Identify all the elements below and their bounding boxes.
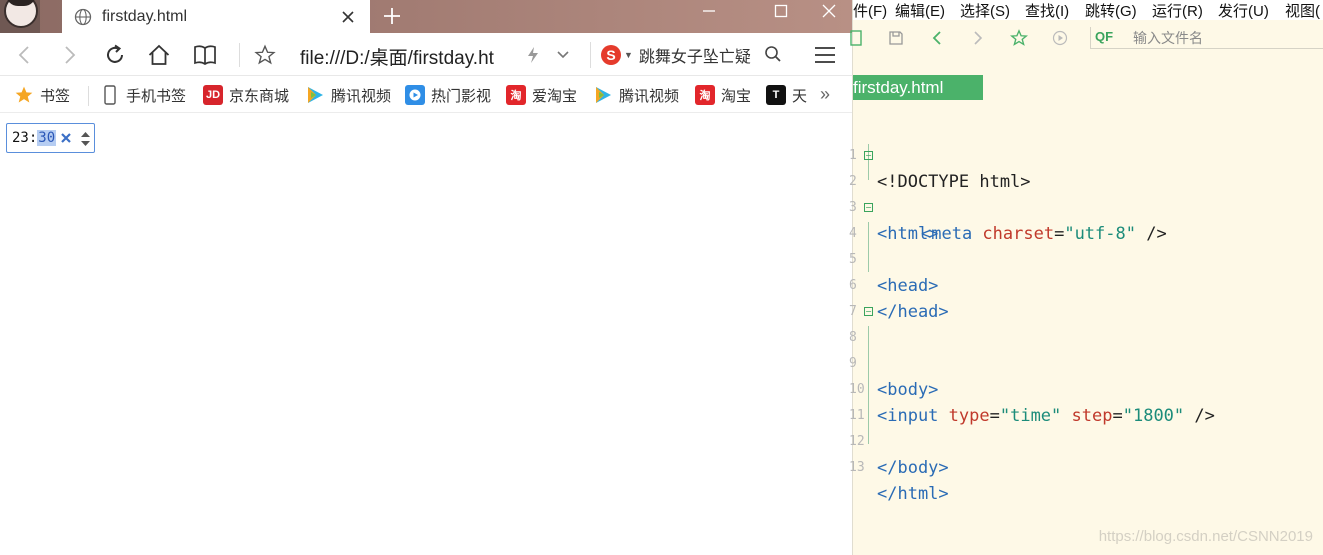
code-line: 8 − <body> [849, 307, 939, 400]
bookmark-item-hot-movies[interactable]: 热门影视 [405, 85, 491, 105]
editor-file-tab[interactable]: firstday.html [853, 75, 983, 100]
play-icon [305, 85, 325, 105]
menu-find[interactable]: 查找(I) [1025, 0, 1069, 21]
reading-mode-icon[interactable] [192, 42, 218, 68]
watermark: https://blog.csdn.net/CSNN2019 [1098, 528, 1313, 545]
close-window-icon[interactable] [806, 0, 852, 22]
time-separator: : [28, 130, 38, 146]
address-bar[interactable]: file:///D:/桌面/firstday.ht [300, 43, 494, 70]
globe-icon [74, 8, 92, 25]
code-editor: 件(F) 编辑(E) 选择(S) 查找(I) 跳转(G) 运行(R) 发行(U)… [849, 0, 1323, 555]
fold-toggle-icon[interactable]: − [864, 307, 873, 316]
tmall-icon: T [766, 85, 786, 105]
back-icon[interactable] [928, 29, 946, 47]
menu-bar: 件(F) 编辑(E) 选择(S) 查找(I) 跳转(G) 运行(R) 发行(U)… [853, 0, 1323, 20]
run-icon[interactable] [1051, 29, 1069, 47]
menu-icon[interactable] [812, 42, 838, 68]
star-icon [14, 85, 34, 105]
video-icon [405, 85, 425, 105]
navigation-bar: file:///D:/桌面/firstday.ht S ▼ 跳舞女子坠亡疑 [0, 33, 852, 76]
close-tab-icon[interactable] [338, 7, 358, 27]
phone-icon [100, 85, 120, 105]
bookmark-item-bookmarks[interactable]: 书签 [14, 85, 70, 105]
play-icon [593, 85, 613, 105]
fold-toggle-icon[interactable]: − [864, 203, 873, 212]
menu-publish[interactable]: 发行(U) [1218, 0, 1269, 21]
engine-dropdown-icon[interactable]: ▼ [624, 50, 633, 60]
file-search-box[interactable]: QF 输入文件名 [1090, 27, 1323, 49]
back-icon[interactable] [12, 42, 38, 68]
avatar[interactable] [0, 0, 40, 33]
code-line: 1 <!DOCTYPE html> [849, 148, 1031, 192]
bookmark-item-tencent-video-2[interactable]: 腾讯视频 [593, 85, 679, 105]
maximize-icon[interactable] [758, 0, 804, 22]
search-suggestion[interactable]: 跳舞女子坠亡疑 [639, 43, 751, 67]
code-line: 4 − <head> [849, 203, 939, 296]
bookmark-separator [88, 86, 89, 106]
time-hour[interactable]: 23 [12, 130, 29, 146]
bookmark-item-taobao[interactable]: 淘 淘宝 [695, 85, 751, 105]
taobao-icon: 淘 [695, 85, 715, 105]
home-icon[interactable] [146, 42, 172, 68]
browser-titlebar: firstday.html [0, 0, 852, 33]
reload-icon[interactable] [102, 42, 128, 68]
screen: firstday.html file:///D:/桌面/firstday.ht … [0, 0, 1323, 555]
lightning-icon[interactable] [520, 42, 546, 68]
menu-edit[interactable]: 编辑(E) [895, 0, 945, 21]
file-search-icon: QF [1095, 29, 1114, 44]
code-line: 11 [849, 408, 865, 423]
bookmark-item-jd[interactable]: JD 京东商城 [203, 85, 289, 105]
favorite-star-icon[interactable] [1010, 29, 1028, 47]
bookmark-item-tmall[interactable]: T 天 [766, 85, 807, 105]
code-line: 12 </body> [849, 434, 949, 478]
menu-file[interactable]: 件(F) [853, 0, 887, 21]
bookmarks-bar: 书签 手机书签 JD 京东商城 腾讯视频 热门影视 淘 爱淘宝 腾讯视频 淘 淘… [0, 77, 852, 113]
forward-icon[interactable] [56, 42, 82, 68]
code-line: 9 [849, 356, 857, 371]
bookmark-item-ai-taobao[interactable]: 淘 爱淘宝 [506, 85, 577, 105]
code-line: 3 <meta charset="utf-8" /> [849, 200, 1167, 244]
search-box[interactable]: S ▼ 跳舞女子坠亡疑 [590, 42, 786, 68]
code-line: 2 − <html> [849, 151, 939, 244]
taobao-icon: 淘 [506, 85, 526, 105]
menu-run[interactable]: 运行(R) [1152, 0, 1203, 21]
nav-separator [239, 43, 240, 67]
search-icon[interactable] [764, 45, 782, 63]
code-line: 13 </html> [849, 460, 949, 504]
new-file-icon[interactable] [847, 29, 865, 47]
clear-icon[interactable] [60, 132, 72, 144]
code-line: 5 [849, 252, 857, 267]
minimize-icon[interactable] [686, 0, 732, 22]
chevron-down-icon[interactable] [550, 42, 576, 68]
time-input[interactable]: 23:30 [6, 123, 95, 153]
menu-view[interactable]: 视图( [1285, 0, 1320, 21]
jd-icon: JD [203, 85, 223, 105]
fold-toggle-icon[interactable]: − [864, 151, 873, 160]
save-icon[interactable] [887, 29, 905, 47]
more-bookmarks-icon[interactable]: » [820, 84, 830, 105]
code-line: 7 [849, 304, 857, 319]
search-engine-logo-icon[interactable]: S [601, 45, 621, 65]
menu-select[interactable]: 选择(S) [960, 0, 1010, 21]
tab-title: firstday.html [102, 7, 188, 25]
forward-icon[interactable] [969, 29, 987, 47]
menu-goto[interactable]: 跳转(G) [1085, 0, 1137, 21]
new-tab-icon[interactable] [380, 4, 404, 28]
bookmark-item-mobile[interactable]: 手机书签 [100, 85, 186, 105]
editor-toolbar: QF 输入文件名 [850, 20, 1323, 56]
code-line: 10 <input type="time" step="1800" /> [849, 382, 1215, 426]
time-minute[interactable]: 30 [37, 130, 57, 146]
spinner-icon[interactable] [80, 128, 91, 150]
bookmark-item-tencent-video[interactable]: 腾讯视频 [305, 85, 391, 105]
tab-firstday[interactable]: firstday.html [62, 0, 370, 33]
browser-window: firstday.html file:///D:/桌面/firstday.ht … [0, 0, 852, 555]
file-search-placeholder: 输入文件名 [1133, 29, 1203, 46]
favorite-star-icon[interactable] [252, 42, 278, 68]
code-line: 6 </head> [849, 278, 949, 322]
